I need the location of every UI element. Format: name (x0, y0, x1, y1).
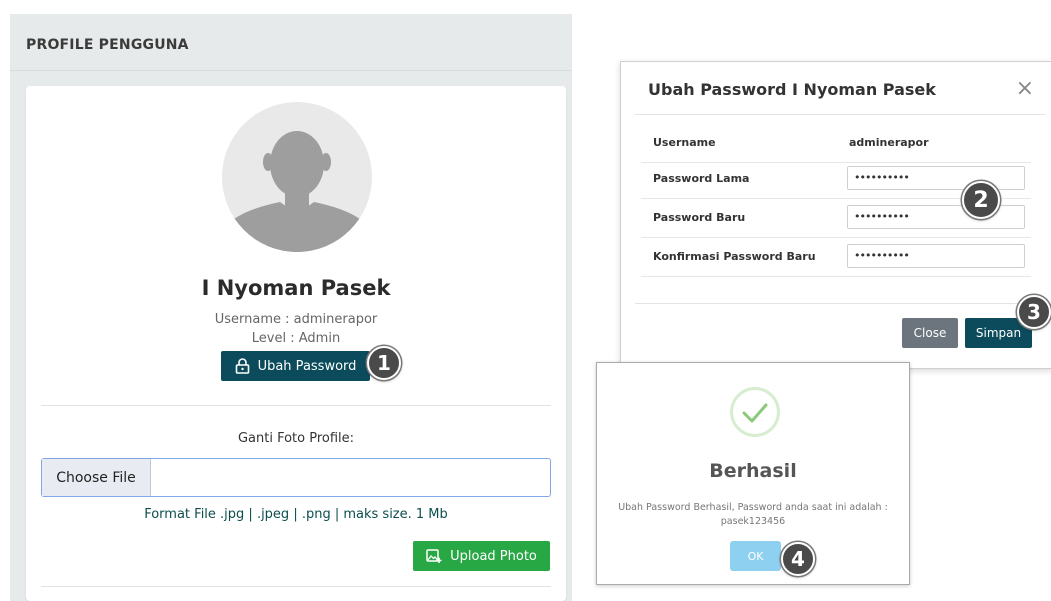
user-silhouette-icon (222, 131, 372, 252)
profile-level: Level : Admin (251, 331, 341, 346)
format-hint: Format File .jpg | .jpeg | .png | maks s… (144, 507, 448, 522)
old-password-label: Password Lama (653, 172, 750, 185)
modal-footer-divider (635, 303, 1045, 304)
confirm-password-input[interactable]: •••••••••• (847, 244, 1025, 268)
new-password-input[interactable]: •••••••••• (847, 205, 1025, 229)
modal-header-divider (635, 114, 1045, 115)
image-upload-icon (426, 548, 442, 563)
change-photo-label: Ganti Foto Profile: (237, 431, 355, 446)
profile-panel: PROFILE PENGGUNA I Nyoman Pasek Username… (10, 14, 572, 601)
lock-icon (235, 358, 249, 374)
step-marker-4: 4 (781, 542, 815, 576)
ok-button[interactable]: OK (730, 541, 781, 571)
close-icon[interactable]: × (1016, 76, 1034, 101)
upload-photo-label: Upload Photo (450, 548, 537, 564)
upload-photo-button[interactable]: Upload Photo (413, 541, 550, 571)
success-message: Ubah Password Berhasil, Password anda sa… (618, 502, 888, 527)
file-input[interactable]: Choose File (41, 458, 551, 497)
username-value: adminerapor (849, 136, 929, 149)
username-row: Username adminerapor (641, 124, 1031, 163)
change-password-label: Ubah Password (257, 358, 357, 374)
modal-title: Ubah Password I Nyoman Pasek (648, 80, 936, 99)
close-button[interactable]: Close (902, 318, 958, 348)
username-label: Username (653, 136, 716, 149)
panel-header: PROFILE PENGGUNA (10, 14, 572, 71)
profile-name: I Nyoman Pasek (201, 276, 391, 300)
success-check-icon (730, 387, 780, 437)
confirm-password-label: Konfirmasi Password Baru (653, 250, 816, 263)
step-marker-1: 1 (367, 346, 401, 380)
success-title: Berhasil (709, 460, 797, 482)
step-marker-2: 2 (962, 181, 1000, 219)
step-marker-3: 3 (1017, 295, 1051, 329)
panel-title: PROFILE PENGGUNA (26, 37, 189, 53)
new-password-label: Password Baru (653, 211, 746, 224)
success-dialog: Berhasil Ubah Password Berhasil, Passwor… (596, 362, 910, 585)
divider (41, 405, 551, 406)
confirm-password-row: Konfirmasi Password Baru •••••••••• (641, 238, 1031, 277)
profile-username: Username : adminerapor (214, 312, 378, 327)
avatar (222, 102, 372, 252)
old-password-input[interactable]: •••••••••• (847, 166, 1025, 190)
divider (41, 586, 551, 587)
choose-file-button[interactable]: Choose File (42, 459, 151, 496)
change-password-button[interactable]: Ubah Password (221, 351, 370, 381)
profile-card: I Nyoman Pasek Username : adminerapor Le… (26, 86, 566, 601)
